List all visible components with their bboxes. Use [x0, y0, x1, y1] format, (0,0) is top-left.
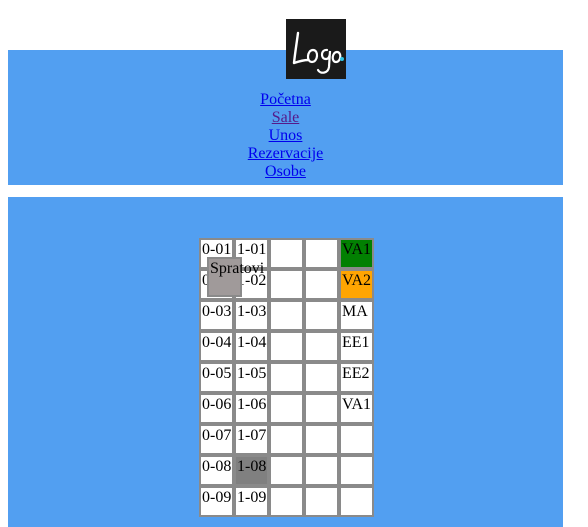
room-cell[interactable] — [269, 362, 304, 393]
room-cell[interactable]: VA1 — [339, 393, 374, 424]
room-cell[interactable] — [269, 393, 304, 424]
table-row: 0-04 1-04 EE1 — [199, 331, 374, 362]
room-cell[interactable] — [269, 331, 304, 362]
room-cell[interactable]: EE2 — [339, 362, 374, 393]
room-cell[interactable] — [304, 269, 339, 300]
room-cell[interactable]: 1-06 — [234, 393, 269, 424]
room-cell[interactable] — [304, 455, 339, 486]
nav-link-unos[interactable]: Unos — [8, 127, 563, 145]
nav-link-rezervacije[interactable]: Rezervacije — [8, 145, 563, 163]
room-cell[interactable]: 1-09 — [234, 486, 269, 517]
nav-link-pocetna[interactable]: Početna — [8, 91, 563, 109]
room-cell[interactable]: MA — [339, 300, 374, 331]
room-cell[interactable]: 0-04 — [199, 331, 234, 362]
room-cell[interactable]: 0-09 — [199, 486, 234, 517]
floors-table: Spratovi 0-011-01VA10-021-02VA20-031-03M… — [199, 207, 374, 517]
room-cell[interactable] — [269, 455, 304, 486]
room-cell[interactable]: 0-05 — [199, 362, 234, 393]
room-cell[interactable]: 1-03 — [234, 300, 269, 331]
room-cell[interactable]: VA2 — [339, 269, 374, 300]
room-cell[interactable] — [339, 455, 374, 486]
room-cell[interactable] — [269, 424, 304, 455]
room-cell[interactable] — [304, 486, 339, 517]
room-cell[interactable] — [304, 300, 339, 331]
floors-header-row: Spratovi — [199, 207, 374, 297]
table-row: 0-08 1-08 — [199, 455, 374, 486]
room-cell[interactable] — [339, 486, 374, 517]
room-cell[interactable] — [304, 362, 339, 393]
room-cell[interactable]: 1-05 — [234, 362, 269, 393]
nav-link-sale[interactable]: Sale — [8, 109, 563, 127]
room-cell[interactable]: VA1 — [339, 238, 374, 269]
room-cell[interactable] — [304, 238, 339, 269]
table-row: 0-07 1-07 — [199, 424, 374, 455]
room-cell[interactable] — [269, 269, 304, 300]
room-cell[interactable] — [304, 393, 339, 424]
logo — [286, 19, 346, 79]
room-cell[interactable] — [269, 486, 304, 517]
room-cell[interactable]: 0-08 — [199, 455, 234, 486]
room-cell[interactable]: 0-06 — [199, 393, 234, 424]
main-content: Spratovi 0-011-01VA10-021-02VA20-031-03M… — [8, 197, 563, 527]
main-nav: Početna Sale Unos Rezervacije Osobe — [8, 91, 563, 181]
logo-image — [286, 19, 346, 79]
nav-link-osobe[interactable]: Osobe — [8, 163, 563, 181]
header-spacer — [199, 207, 234, 238]
table-row: 0-03 1-03 MA — [199, 300, 374, 331]
room-cell[interactable]: 0-03 — [199, 300, 234, 331]
room-cell[interactable] — [339, 424, 374, 455]
room-cell[interactable]: 1-07 — [234, 424, 269, 455]
room-cell[interactable]: 0-07 — [199, 424, 234, 455]
floors-header: Spratovi — [207, 257, 264, 297]
room-cell[interactable] — [304, 331, 339, 362]
room-cell[interactable] — [304, 424, 339, 455]
table-row: 0-05 1-05 EE2 — [199, 362, 374, 393]
room-cell[interactable]: EE1 — [339, 331, 374, 362]
room-cell[interactable] — [269, 238, 304, 269]
table-row: 0-09 1-09 — [199, 486, 374, 517]
room-cell[interactable]: 1-04 — [234, 331, 269, 362]
room-cell[interactable]: 1-08 — [234, 455, 269, 486]
table-row: 0-06 1-06 VA1 — [199, 393, 374, 424]
room-cell[interactable] — [269, 300, 304, 331]
